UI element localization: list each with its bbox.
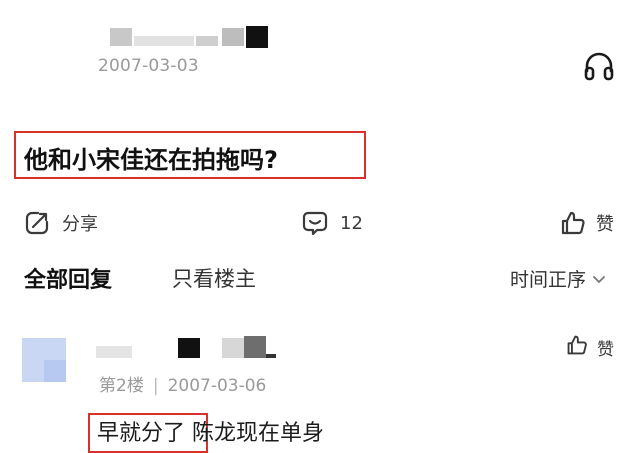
sort-dropdown[interactable]: 时间正序	[510, 265, 606, 292]
like-label: 赞	[596, 214, 614, 235]
tab-all-replies[interactable]: 全部回复	[24, 262, 112, 294]
reply-like-label: 赞	[597, 339, 614, 360]
reply-text: 早就分了 陈龙现在单身	[97, 421, 324, 446]
chevron-down-icon	[592, 268, 606, 290]
share-label: 分享	[62, 214, 98, 235]
reply-date: 2007-03-06	[167, 376, 267, 396]
sort-label: 时间正序	[510, 269, 587, 291]
comment-count: 12	[340, 212, 363, 234]
headphone-icon[interactable]	[582, 50, 616, 82]
reply-meta: 第2楼 | 2007-03-06	[99, 371, 266, 396]
share-button[interactable]: 分享	[24, 210, 98, 236]
meta-separator: |	[152, 376, 159, 396]
post-title: 他和小宋佳还在拍拖吗?	[24, 146, 278, 174]
tab-op-only[interactable]: 只看楼主	[172, 263, 256, 293]
comment-icon	[302, 210, 328, 236]
like-button[interactable]: 赞	[560, 210, 614, 236]
reply-floor: 第2楼	[99, 376, 144, 396]
thumbs-up-icon	[566, 334, 588, 360]
reply-like-button[interactable]: 赞	[566, 334, 614, 360]
post-date: 2007-03-03	[98, 56, 199, 76]
comment-button[interactable]: 12	[302, 210, 363, 236]
thumbs-up-icon	[560, 210, 586, 236]
share-icon	[24, 210, 50, 236]
